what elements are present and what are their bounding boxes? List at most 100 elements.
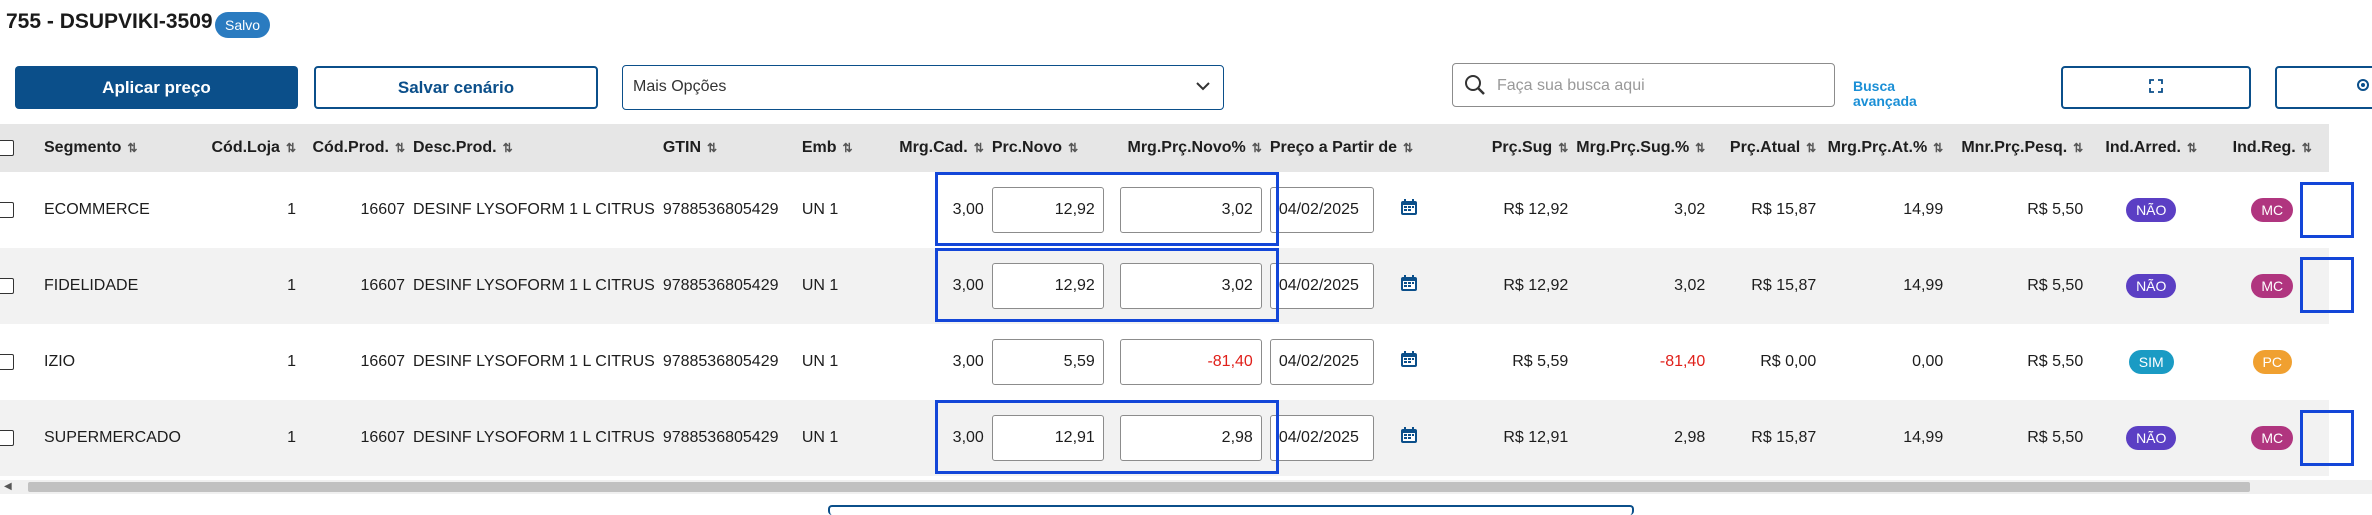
search-box[interactable] — [1452, 63, 1835, 107]
cell-desc-prod: DESINF LYSOFORM 1 L CITRUS — [413, 201, 655, 218]
ind-reg-badge: PC — [2252, 350, 2292, 374]
prc-novo-input[interactable]: 12,92 — [991, 263, 1104, 309]
scenario-title: 755 - DSUPVIKI-3509 — [6, 10, 213, 33]
sort-icon: ⇅ — [1695, 141, 1706, 155]
cell-desc-prod: DESINF LYSOFORM 1 L CITRUS — [413, 429, 655, 446]
cell-mrg-cad: 3,00 — [952, 201, 984, 218]
col-emb[interactable]: Emb ⇅ — [798, 124, 885, 172]
apply-price-button[interactable]: Aplicar preço — [15, 66, 298, 109]
date-input[interactable]: 04/02/2025 — [1269, 415, 1374, 461]
cell-desc-prod: DESINF LYSOFORM 1 L CITRUS — [413, 277, 655, 294]
sort-icon: ⇅ — [842, 141, 853, 155]
cell-mnr-prc-pesq: R$ 5,50 — [2027, 353, 2084, 370]
cell-mrg-prc-sug: -81,40 — [1659, 353, 1706, 370]
row-checkbox[interactable] — [0, 201, 14, 218]
search-input[interactable] — [1495, 72, 1819, 100]
mrg-prc-novo-input[interactable]: 2,98 — [1119, 415, 1262, 461]
row-checkbox[interactable] — [0, 277, 14, 294]
cell-cod-prod: 16607 — [360, 353, 406, 370]
settings-button[interactable] — [2275, 66, 2372, 109]
horizontal-scrollbar[interactable]: ◀ — [0, 480, 2372, 494]
page-title: 755 - DSUPVIKI-3509 — [6, 10, 213, 34]
cell-mrg-cad: 3,00 — [952, 429, 984, 446]
col-mnr-prc-pesq[interactable]: Mnr.Prç.Pesq. ⇅ — [1947, 124, 2087, 172]
col-prc-sug[interactable]: Prç.Sug ⇅ — [1422, 124, 1572, 172]
col-prc-atual[interactable]: Prç.Atual ⇅ — [1709, 124, 1820, 172]
cell-mrg-prc-sug: 3,02 — [1674, 277, 1706, 294]
col-prc-novo[interactable]: Prc.Novo ⇅ — [988, 124, 1116, 172]
sort-icon: ⇅ — [394, 141, 405, 155]
ind-arred-badge: SIM — [2128, 350, 2174, 374]
cell-mrg-prc-sug: 2,98 — [1674, 429, 1706, 446]
more-options-value: Mais Opções — [633, 78, 727, 95]
prc-novo-input[interactable]: 12,91 — [991, 415, 1104, 461]
cell-gtin: 9788536805429 — [662, 277, 779, 294]
bottom-button[interactable] — [828, 505, 1634, 515]
more-options-select[interactable]: Mais Opções — [622, 65, 1224, 110]
cell-mrg-prc-at: 0,00 — [1912, 353, 1944, 370]
col-mrg-cad[interactable]: Mrg.Cad. ⇅ — [885, 124, 988, 172]
col-mrg-prc-novo[interactable]: Mrg.Prç.Novo% ⇅ — [1116, 124, 1266, 172]
cell-gtin: 9788536805429 — [662, 201, 779, 218]
table-row[interactable]: FIDELIDADE 1 16607 DESINF LYSOFORM 1 L C… — [0, 248, 2330, 324]
mrg-prc-novo-input[interactable]: 3,02 — [1119, 187, 1262, 233]
date-input[interactable]: 04/02/2025 — [1269, 339, 1374, 385]
table-row[interactable]: IZIO 1 16607 DESINF LYSOFORM 1 L CITRUS … — [0, 324, 2329, 400]
col-gtin[interactable]: GTIN ⇅ — [659, 124, 798, 172]
cell-mnr-prc-pesq: R$ 5,50 — [2027, 201, 2084, 218]
search-icon — [1463, 73, 1487, 102]
calendar-icon[interactable] — [1400, 274, 1418, 297]
ind-reg-badge: MC — [2251, 274, 2294, 298]
cell-cod-loja: 1 — [287, 277, 296, 294]
sort-icon: ⇅ — [2301, 141, 2312, 155]
mrg-prc-novo-input[interactable]: -81,40 — [1119, 339, 1262, 385]
cell-mrg-prc-at: 14,99 — [1903, 429, 1944, 446]
col-ind-arred[interactable]: Ind.Arred. ⇅ — [2087, 124, 2215, 172]
cell-mrg-prc-sug: 3,02 — [1674, 201, 1706, 218]
table-row[interactable]: ECOMMERCE 1 16607 DESINF LYSOFORM 1 L CI… — [0, 172, 2329, 248]
select-all-checkbox[interactable] — [0, 139, 14, 156]
table-row[interactable]: SUPERMERCADO 1 16607 DESINF LYSOFORM 1 L… — [0, 400, 2330, 476]
mrg-prc-novo-input[interactable]: 3,02 — [1119, 263, 1262, 309]
pricing-table: Segmento ⇅ Cód.Loja ⇅ Cód.Prod. ⇅ Desc.Prod… — [0, 124, 2330, 476]
cell-desc-prod: DESINF LYSOFORM 1 L CITRUS — [413, 353, 655, 370]
col-preco-a-partir[interactable]: Preço a Partir de ⇅ — [1266, 124, 1422, 172]
ind-arred-badge: NÃO — [2126, 198, 2177, 222]
date-input[interactable]: 04/02/2025 — [1269, 187, 1374, 233]
scroll-left-icon[interactable]: ◀ — [4, 480, 12, 494]
col-ind-reg[interactable]: Ind.Reg. ⇅ — [2215, 124, 2329, 172]
col-cod-loja[interactable]: Cód.Loja ⇅ — [198, 124, 300, 172]
sort-icon: ⇅ — [127, 141, 138, 155]
sort-icon: ⇅ — [502, 141, 513, 155]
row-checkbox[interactable] — [0, 353, 14, 370]
col-segmento[interactable]: Segmento ⇅ — [40, 124, 198, 172]
cell-mnr-prc-pesq: R$ 5,50 — [2027, 429, 2084, 446]
cell-mnr-prc-pesq: R$ 5,50 — [2027, 277, 2084, 294]
cell-cod-loja: 1 — [287, 429, 296, 446]
advanced-search-link[interactable]: Busca avançada — [1853, 79, 1933, 109]
expand-icon — [2149, 78, 2163, 97]
prc-novo-input[interactable]: 5,59 — [991, 339, 1104, 385]
col-desc-prod[interactable]: Desc.Prod. ⇅ — [409, 124, 659, 172]
cell-prc-sug: R$ 12,91 — [1503, 429, 1569, 446]
calendar-icon[interactable] — [1400, 198, 1418, 221]
sort-icon: ⇅ — [1068, 141, 1079, 155]
scrollbar-thumb[interactable] — [28, 482, 2250, 492]
sort-icon: ⇅ — [707, 141, 718, 155]
col-mrg-prc-sug[interactable]: Mrg.Prç.Sug.% ⇅ — [1572, 124, 1709, 172]
sort-icon: ⇅ — [1806, 141, 1817, 155]
row-checkbox[interactable] — [0, 429, 14, 446]
date-input[interactable]: 04/02/2025 — [1269, 263, 1374, 309]
calendar-icon[interactable] — [1400, 426, 1418, 449]
prc-novo-input[interactable]: 12,92 — [991, 187, 1104, 233]
calendar-icon[interactable] — [1400, 350, 1418, 373]
ind-arred-badge: NÃO — [2126, 274, 2177, 298]
gear-icon — [2355, 78, 2371, 97]
cell-mrg-prc-at: 14,99 — [1903, 277, 1944, 294]
col-cod-prod[interactable]: Cód.Prod. ⇅ — [300, 124, 409, 172]
col-mrg-prc-at[interactable]: Mrg.Prç.At.% ⇅ — [1820, 124, 1947, 172]
pricing-grid: Segmento ⇅ Cód.Loja ⇅ Cód.Prod. ⇅ Desc.Prod… — [0, 124, 2372, 480]
save-scenario-button[interactable]: Salvar cenário — [314, 66, 598, 109]
cell-prc-sug: R$ 12,92 — [1503, 277, 1569, 294]
fullscreen-button[interactable] — [2061, 66, 2251, 109]
